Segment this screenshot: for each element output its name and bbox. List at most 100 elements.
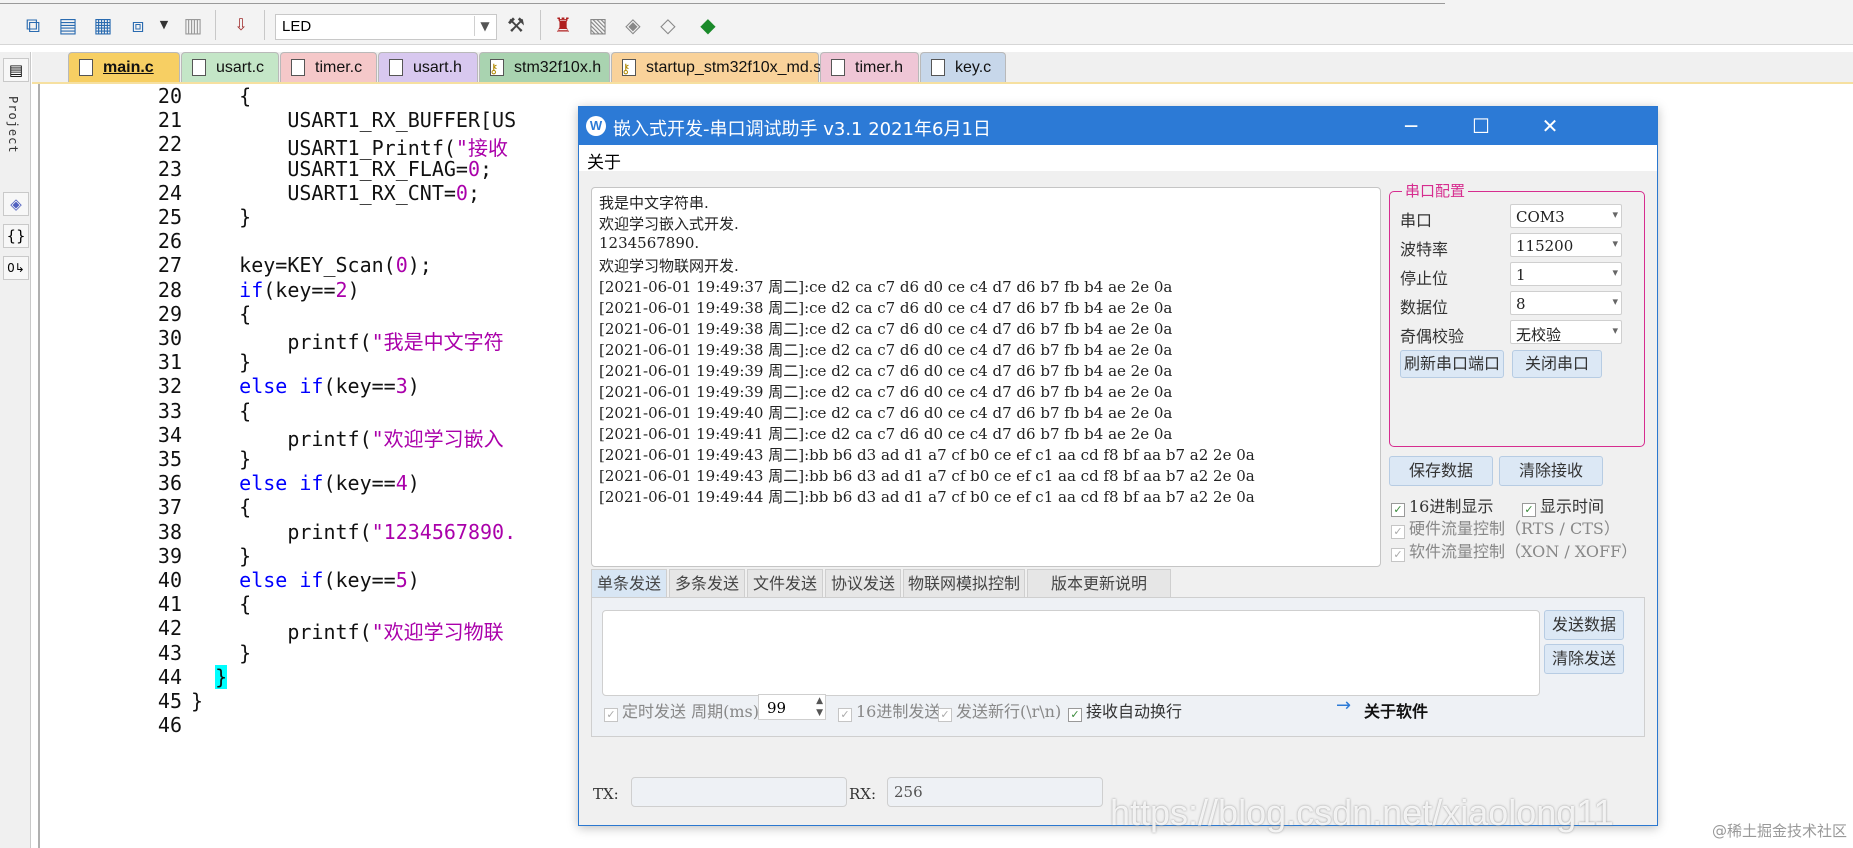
rx-label: RX: (849, 785, 877, 803)
close-button[interactable]: ✕ (1515, 107, 1585, 145)
tab-timer-h[interactable]: timer.h (820, 52, 919, 82)
menu-about[interactable]: 关于 (587, 148, 621, 173)
tab-main-c[interactable]: main.c (68, 52, 180, 82)
chevron-down-icon: ▾ (1612, 324, 1618, 337)
code-line[interactable]: } (191, 350, 251, 374)
databits-select[interactable]: 8 ▾ (1510, 291, 1622, 315)
code-line[interactable]: } (191, 641, 251, 665)
project-dock: ▤ Project ◈ {} 0↳ (0, 52, 31, 848)
line-number: 30 (157, 326, 182, 350)
receive-line: [2021-06-01 19:49:38 周二]:ce d2 ca c7 d6 … (599, 341, 1173, 359)
templates-icon[interactable]: 0↳ (3, 256, 29, 280)
code-line[interactable]: if(key==2) (191, 278, 359, 302)
code-line[interactable]: USART1_RX_CNT=0; (191, 181, 480, 205)
check-icon: ✓ (604, 708, 618, 722)
sw-flow-checkbox[interactable]: ✓ 软件流量控制（XON / XOFF） (1391, 538, 1637, 562)
close-port-button[interactable]: 关闭串口 (1512, 350, 1602, 378)
refresh-ports-button[interactable]: 刷新串口端口 (1400, 350, 1504, 378)
line-number: 44 (157, 664, 182, 689)
parity-select[interactable]: 无校验 ▾ (1510, 320, 1622, 344)
port-select[interactable]: COM3 ▾ (1510, 204, 1622, 228)
tab-version-notes[interactable]: 版本更新说明 (1027, 569, 1171, 597)
tab-multi-send[interactable]: 多条发送 (669, 569, 745, 597)
tab-protocol-send[interactable]: 协议发送 (825, 569, 901, 597)
tab-stm32f10x-h[interactable]: stm32f10x.h (479, 52, 610, 84)
target-options-icon[interactable]: ⚒ (503, 12, 529, 38)
line-number: 42 (157, 616, 182, 641)
project-label[interactable]: Project (6, 96, 20, 154)
code-line[interactable]: } (191, 447, 251, 471)
clear-send-button[interactable]: 清除发送 (1544, 644, 1624, 674)
select-packs-icon[interactable]: ◇ (655, 12, 681, 38)
show-time-checkbox[interactable]: ✓ 显示时间 (1522, 493, 1604, 517)
send-data-button[interactable]: 发送数据 (1544, 610, 1624, 640)
code-line[interactable]: USART1_RX_FLAG=0; (191, 157, 492, 181)
line-number: 41 (157, 592, 182, 617)
file-icon (931, 59, 945, 76)
tab-timer-c[interactable]: timer.c (280, 52, 377, 82)
code-line[interactable]: else if(key==4) (191, 471, 420, 495)
line-number: 35 (157, 447, 182, 471)
timed-send-checkbox[interactable]: ✓ 定时发送 周期(ms): (604, 698, 764, 722)
line-number: 31 (157, 350, 182, 375)
code-line[interactable]: { (191, 399, 251, 423)
package-icon[interactable]: ◆ (695, 12, 721, 38)
tab-iot-control[interactable]: 物联网模拟控制 (903, 569, 1025, 597)
code-line[interactable]: } (191, 205, 251, 229)
send-input[interactable] (602, 610, 1540, 696)
build-icon[interactable]: ▤ (55, 12, 81, 38)
tab-key-c[interactable]: key.c (920, 52, 1006, 82)
tab-usart-c[interactable]: usart.c (181, 52, 279, 82)
check-icon: ✓ (938, 708, 952, 722)
clear-receive-button[interactable]: 清除接收 (1499, 456, 1603, 486)
hw-flow-checkbox[interactable]: ✓ 硬件流量控制（RTS / CTS） (1391, 515, 1620, 539)
stopbits-select[interactable]: 1 ▾ (1510, 262, 1622, 286)
send-newline-checkbox[interactable]: ✓ 发送新行(\r\n) (938, 698, 1061, 722)
chevron-down-icon[interactable]: ▼ (474, 16, 495, 36)
save-data-button[interactable]: 保存数据 (1389, 456, 1493, 486)
hex-display-checkbox[interactable]: ✓ 16进制显示 (1391, 493, 1493, 517)
run-time-env-icon[interactable]: ◈ (620, 12, 646, 38)
functions-icon[interactable]: {} (3, 224, 29, 248)
title-bar[interactable]: W 嵌入式开发-串口调试助手 v3.1 2021年6月1日 ─ ☐ ✕ (579, 107, 1657, 145)
auto-wrap-checkbox[interactable]: ✓ 接收自动换行 (1068, 698, 1182, 722)
translate-icon[interactable]: ⧉ (20, 12, 46, 38)
batch-build-icon[interactable]: ⧈ (125, 12, 151, 38)
code-line[interactable]: } (191, 664, 228, 689)
receive-line: [2021-06-01 19:49:38 周二]:ce d2 ca c7 d6 … (599, 299, 1173, 317)
code-line[interactable]: else if(key==5) (191, 568, 420, 592)
code-line[interactable]: key=KEY_Scan(0); (191, 253, 432, 277)
receive-area[interactable]: 我是中文字符串. 欢迎学习嵌入式开发. 1234567890. 欢迎学习物联网开发. [… (591, 187, 1381, 567)
project-window-icon[interactable]: ▤ (3, 58, 29, 82)
tab-single-send[interactable]: 单条发送 (591, 569, 667, 597)
tab-file-send[interactable]: 文件发送 (747, 569, 823, 597)
code-line[interactable]: USART1_RX_BUFFER[US (191, 108, 516, 132)
target-select[interactable]: LED ▼ (275, 14, 497, 40)
hex-send-checkbox[interactable]: ✓ 16进制发送 (838, 698, 940, 722)
line-number: 32 (157, 374, 182, 399)
receive-line: [2021-06-01 19:49:41 周二]:ce d2 ca c7 d6 … (599, 425, 1173, 443)
minimize-button[interactable]: ─ (1376, 107, 1446, 145)
code-line[interactable]: } (191, 544, 251, 568)
code-line[interactable]: } (191, 689, 203, 713)
code-line[interactable]: { (191, 84, 251, 108)
code-line[interactable]: else if(key==3) (191, 374, 420, 398)
code-line[interactable]: { (191, 302, 251, 326)
code-line[interactable]: printf("1234567890. (191, 520, 516, 544)
load-icon[interactable]: ⇩ (228, 12, 254, 38)
chevron-down-icon[interactable]: ▼ (151, 12, 177, 38)
manage-components-icon[interactable]: ♜ (550, 12, 576, 38)
stop-build-icon[interactable]: ▥ (180, 12, 206, 38)
code-line[interactable]: { (191, 592, 251, 616)
baud-select[interactable]: 115200 ▾ (1510, 233, 1622, 257)
code-line[interactable]: { (191, 495, 251, 519)
books-icon[interactable]: ◈ (3, 192, 29, 216)
about-software-link[interactable]: 关于软件 (1364, 698, 1428, 722)
period-spinbox[interactable]: 99 ▲ ▼ (758, 694, 826, 720)
pack-installer-icon[interactable]: ▧ (585, 12, 611, 38)
rebuild-icon[interactable]: ▦ (90, 12, 116, 38)
maximize-button[interactable]: ☐ (1446, 107, 1516, 145)
spinner-arrows-icon[interactable]: ▲ ▼ (816, 695, 823, 719)
tab-usart-h[interactable]: usart.h (378, 52, 478, 82)
tab-startup-s[interactable]: startup_stm32f10x_md.s (611, 52, 821, 84)
